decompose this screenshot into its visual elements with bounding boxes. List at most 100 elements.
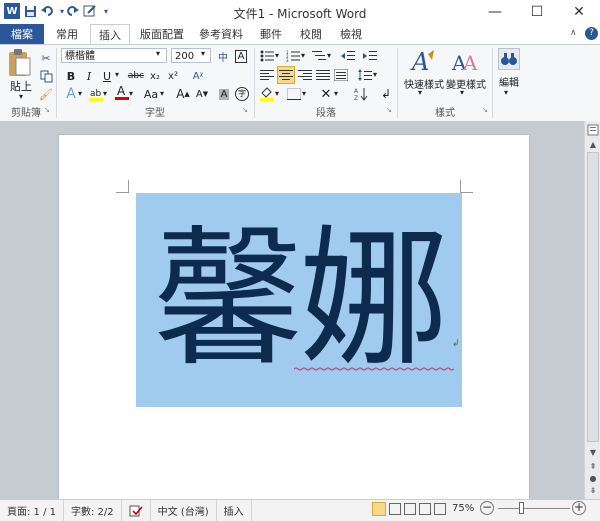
shading-icon[interactable] bbox=[259, 86, 275, 102]
clipboard-launcher-icon[interactable]: ↘ bbox=[44, 106, 52, 114]
font-size-dropdown-icon[interactable]: ▾ bbox=[201, 49, 211, 58]
line-spacing-dropdown-icon[interactable]: ▾ bbox=[373, 70, 377, 79]
chinese-layout-dropdown-icon[interactable]: ▾ bbox=[334, 89, 338, 98]
paste-icon[interactable] bbox=[6, 48, 32, 78]
outline-view-icon[interactable] bbox=[419, 503, 431, 515]
zoom-out-icon[interactable]: − bbox=[480, 501, 494, 515]
web-layout-view-icon[interactable] bbox=[404, 503, 416, 515]
word-count[interactable]: 字數: 2/2 bbox=[64, 500, 122, 521]
tab-mailings[interactable]: 郵件 bbox=[254, 24, 288, 44]
editing-dropdown-icon[interactable]: ▾ bbox=[504, 88, 514, 97]
bullets-dropdown-icon[interactable]: ▾ bbox=[275, 51, 279, 60]
change-case-button[interactable]: Aa bbox=[140, 86, 162, 102]
language-indicator[interactable]: 中文 (台灣) bbox=[151, 500, 217, 521]
collapse-ribbon-icon[interactable]: ∧ bbox=[570, 28, 582, 40]
change-styles-icon[interactable]: AA bbox=[451, 48, 478, 75]
quick-styles-icon[interactable]: A bbox=[410, 48, 436, 76]
paste-dropdown-icon[interactable]: ▾ bbox=[14, 92, 28, 101]
scroll-up-icon[interactable]: ▲ bbox=[588, 140, 598, 150]
full-screen-view-icon[interactable] bbox=[389, 503, 401, 515]
zoom-in-icon[interactable]: + bbox=[572, 501, 586, 515]
bullets-icon[interactable] bbox=[259, 48, 275, 64]
underline-button[interactable]: U bbox=[99, 68, 115, 84]
sort-icon[interactable]: AZ bbox=[353, 86, 369, 102]
zoom-slider-thumb[interactable] bbox=[519, 502, 524, 514]
zoom-slider-track[interactable] bbox=[498, 508, 570, 509]
qat-dropdown-icon[interactable]: ▾ bbox=[98, 3, 114, 19]
help-icon[interactable]: ? bbox=[585, 27, 598, 40]
highlight-dropdown-icon[interactable]: ▾ bbox=[103, 89, 107, 98]
underline-dropdown-icon[interactable]: ▾ bbox=[115, 70, 119, 79]
strikethrough-button[interactable]: abc bbox=[125, 68, 147, 84]
tab-review[interactable]: 校閱 bbox=[294, 24, 328, 44]
insert-mode[interactable]: 插入 bbox=[217, 500, 252, 521]
text-effects-dropdown-icon[interactable]: ▾ bbox=[78, 89, 82, 98]
tab-file[interactable]: 檔案 bbox=[0, 24, 44, 44]
proofing-icon[interactable] bbox=[122, 500, 151, 521]
find-binoculars-icon[interactable] bbox=[498, 48, 520, 70]
tab-insert[interactable]: 插入 bbox=[90, 24, 130, 45]
grow-font-button[interactable]: A ▲ bbox=[175, 86, 191, 102]
clear-formatting-icon[interactable]: Aᵡ bbox=[190, 68, 206, 84]
quick-styles-dropdown-icon[interactable]: ▾ bbox=[418, 88, 428, 97]
phonetic-guide-icon[interactable]: 中 bbox=[214, 48, 232, 64]
subscript-button[interactable]: x₂ bbox=[147, 68, 163, 84]
increase-indent-icon[interactable] bbox=[362, 48, 378, 64]
chinese-layout-icon[interactable]: ✕ bbox=[318, 86, 334, 102]
copy-icon[interactable] bbox=[38, 68, 54, 84]
browse-object-icon[interactable]: ● bbox=[588, 474, 598, 484]
shading-dropdown-icon[interactable]: ▾ bbox=[275, 89, 279, 98]
align-center-icon[interactable] bbox=[277, 66, 295, 84]
multilevel-list-icon[interactable] bbox=[311, 48, 327, 64]
bold-button[interactable]: B bbox=[63, 68, 79, 84]
tab-home[interactable]: 常用 bbox=[50, 24, 84, 44]
ruler-toggle-icon[interactable] bbox=[587, 124, 599, 136]
redo-icon[interactable] bbox=[64, 3, 80, 19]
align-left-icon[interactable] bbox=[259, 67, 275, 83]
previous-page-icon[interactable]: ⇞ bbox=[588, 462, 598, 472]
character-border-icon[interactable]: A bbox=[232, 48, 250, 64]
next-page-icon[interactable]: ⇟ bbox=[588, 486, 598, 496]
font-launcher-icon[interactable]: ↘ bbox=[242, 106, 250, 114]
align-right-icon[interactable] bbox=[297, 67, 313, 83]
format-painter-icon[interactable]: 🖌 bbox=[38, 86, 54, 102]
show-marks-icon[interactable]: ↲ bbox=[378, 86, 394, 102]
enclosed-characters-icon[interactable]: 字 bbox=[234, 86, 250, 102]
font-color-dropdown-icon[interactable]: ▾ bbox=[129, 89, 133, 98]
paragraph-launcher-icon[interactable]: ↘ bbox=[386, 106, 394, 114]
distributed-icon[interactable] bbox=[333, 67, 349, 83]
change-styles-dropdown-icon[interactable]: ▾ bbox=[460, 88, 470, 97]
shrink-font-button[interactable]: A ▼ bbox=[194, 86, 210, 102]
maximize-button[interactable]: ☐ bbox=[516, 0, 558, 24]
close-button[interactable]: ✕ bbox=[558, 0, 600, 24]
multilevel-dropdown-icon[interactable]: ▾ bbox=[327, 51, 331, 60]
justify-icon[interactable] bbox=[315, 67, 331, 83]
tab-view[interactable]: 檢視 bbox=[334, 24, 368, 44]
cut-icon[interactable]: ✂ bbox=[38, 50, 54, 66]
change-case-dropdown-icon[interactable]: ▾ bbox=[160, 89, 164, 98]
line-spacing-icon[interactable] bbox=[357, 67, 373, 83]
editing-button-label[interactable]: 編輯 bbox=[496, 74, 522, 89]
font-name-field[interactable]: 標楷體 bbox=[61, 48, 167, 63]
numbering-icon[interactable]: 123 bbox=[285, 48, 301, 64]
zoom-level[interactable]: 75% bbox=[452, 503, 474, 514]
customize-icon[interactable] bbox=[82, 3, 98, 19]
decrease-indent-icon[interactable] bbox=[340, 48, 356, 64]
minimize-button[interactable]: — bbox=[474, 0, 516, 24]
save-icon[interactable] bbox=[22, 3, 38, 19]
font-name-dropdown-icon[interactable]: ▾ bbox=[156, 49, 166, 58]
borders-dropdown-icon[interactable]: ▾ bbox=[302, 89, 306, 98]
numbering-dropdown-icon[interactable]: ▾ bbox=[301, 51, 305, 60]
borders-icon[interactable] bbox=[286, 86, 302, 102]
tab-page-layout[interactable]: 版面配置 bbox=[134, 24, 190, 44]
print-layout-view-icon[interactable] bbox=[372, 502, 386, 516]
draft-view-icon[interactable] bbox=[434, 503, 446, 515]
document-text[interactable]: 馨娜 bbox=[136, 193, 462, 407]
scroll-down-icon[interactable]: ▼ bbox=[588, 448, 598, 458]
styles-launcher-icon[interactable]: ↘ bbox=[482, 106, 490, 114]
word-app-icon[interactable]: W bbox=[4, 3, 20, 19]
font-color-button[interactable]: A bbox=[114, 84, 130, 100]
tab-references[interactable]: 參考資料 bbox=[194, 24, 248, 44]
italic-button[interactable]: I bbox=[81, 68, 97, 84]
scroll-thumb[interactable] bbox=[587, 152, 599, 442]
